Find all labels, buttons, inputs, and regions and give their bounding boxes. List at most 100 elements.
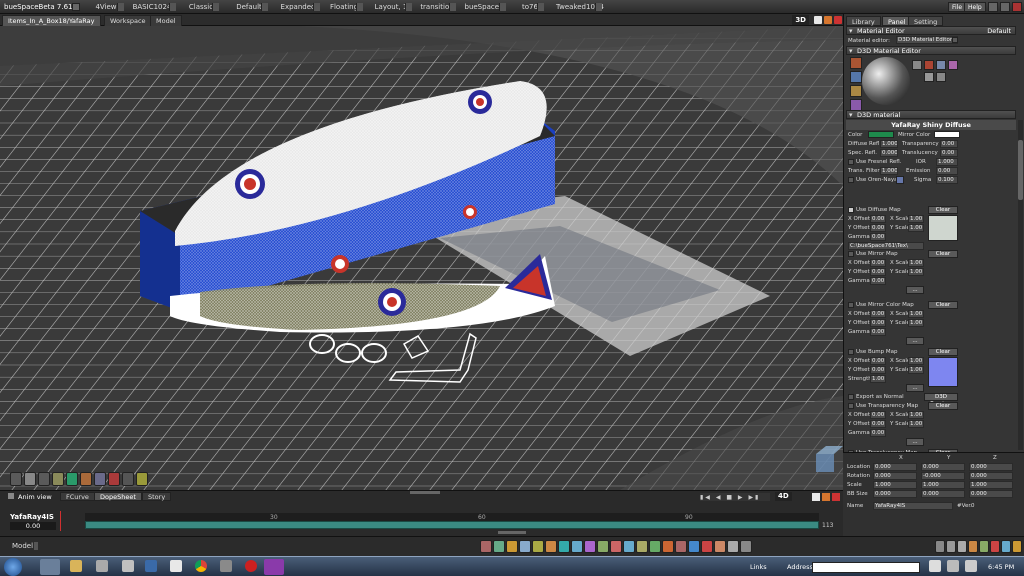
spec-refl-field[interactable]: 0.000 <box>880 149 898 157</box>
map-extra-field[interactable]: 0.00 <box>870 429 886 437</box>
layout-transition[interactable]: transition <box>420 1 456 13</box>
taskbar-bluespace-icon[interactable] <box>264 559 284 575</box>
tab-story[interactable]: Story <box>142 492 172 501</box>
taskbar-app-icon[interactable] <box>145 560 157 572</box>
d3d-preview-button[interactable]: D3D Preview <box>924 393 958 407</box>
layout-default[interactable]: Default <box>232 1 268 13</box>
tray-icon[interactable] <box>929 560 941 572</box>
y-offset-field[interactable]: 0.00 <box>870 420 886 428</box>
help-menu-button[interactable]: Help <box>964 2 986 12</box>
wheel-icon[interactable] <box>122 472 134 486</box>
layout-buespace6[interactable]: bueSpace6 <box>464 1 506 13</box>
layout-to76[interactable]: to76 <box>518 1 544 13</box>
tab-dopesheet[interactable]: DopeSheet <box>94 492 142 501</box>
tab-scene-file[interactable]: Items_In_A_Box18/YafaRay <box>2 15 101 26</box>
quick-tool-icon[interactable] <box>532 540 544 553</box>
tools-icon[interactable] <box>136 472 148 486</box>
quick-tool-icon[interactable] <box>740 540 752 553</box>
map-extra-field[interactable]: 1.00 <box>870 375 886 383</box>
y-offset-field[interactable]: 0.00 <box>870 366 886 374</box>
preview-option-icon[interactable] <box>936 72 946 82</box>
mirror-color-swatch[interactable] <box>934 131 960 138</box>
map-enable-checkbox[interactable] <box>848 349 854 355</box>
camera-icon[interactable] <box>38 472 50 486</box>
taskbar-google-icon[interactable] <box>170 560 182 572</box>
map-enable-checkbox[interactable] <box>848 302 854 308</box>
preview-option-icon[interactable] <box>924 72 934 82</box>
quick-tool-icon[interactable] <box>493 540 505 553</box>
y-scale-field[interactable]: 1.00 <box>908 420 924 428</box>
layout-expanded[interactable]: Expanded <box>278 1 320 13</box>
quick-tool-icon[interactable] <box>519 540 531 553</box>
sigma-field[interactable]: 0.100 <box>936 176 958 184</box>
editor-dropdown-icon[interactable] <box>952 37 958 43</box>
tab-setting[interactable]: Setting <box>908 16 944 26</box>
layout-basic1024[interactable]: BASIC1024 <box>130 1 176 13</box>
timeline-scroll-handle[interactable] <box>498 531 526 534</box>
trans-filter-field[interactable]: 1.000 <box>880 167 898 175</box>
diffuse-map-thumbnail[interactable] <box>928 215 958 241</box>
quick-tool-icon[interactable] <box>636 540 648 553</box>
x-offset-field[interactable]: 0.00 <box>870 215 886 223</box>
x-scale-field[interactable]: 1.00 <box>908 215 924 223</box>
d3d-material-header[interactable]: D3D material <box>846 110 1016 120</box>
y-offset-field[interactable]: 0.00 <box>870 319 886 327</box>
quick-tool-icon[interactable] <box>623 540 635 553</box>
mode-dropdown-icon[interactable] <box>34 542 38 550</box>
viewport-mode-indicator[interactable]: 3D <box>792 15 809 25</box>
quick-tool-icon[interactable] <box>480 540 492 553</box>
taskbar-app-icon[interactable] <box>96 560 108 572</box>
map-extra-field[interactable]: 0.00 <box>870 328 886 336</box>
y-scale-field[interactable]: 1.00 <box>908 224 924 232</box>
minimize-icon[interactable] <box>988 2 998 12</box>
translucency-field[interactable]: 0.00 <box>940 149 958 157</box>
map-browse-button[interactable]: ... <box>906 337 924 345</box>
timeline-mode[interactable]: 4D <box>775 492 792 501</box>
transform-z-field[interactable]: 0.000 <box>969 472 1013 480</box>
taskbar-app-icon[interactable] <box>220 560 232 572</box>
material-tool-icon[interactable] <box>850 85 862 97</box>
map-path-field[interactable]: C:\bueSpace761\Tex\ <box>848 242 924 250</box>
taskbar-folder-icon[interactable] <box>70 560 82 572</box>
material-preview-sphere[interactable] <box>862 57 910 105</box>
quick-tool-icon[interactable] <box>714 540 726 553</box>
export-normal-checkbox[interactable] <box>848 394 854 400</box>
app-menu-dropdown-icon[interactable] <box>72 3 80 11</box>
map-enable-checkbox[interactable] <box>848 403 854 409</box>
material-icon[interactable] <box>66 472 78 486</box>
ior-field[interactable]: 1.000 <box>936 158 958 166</box>
current-frame-field[interactable]: 0.00 <box>10 522 56 530</box>
x-offset-field[interactable]: 0.00 <box>870 259 886 267</box>
close-icon[interactable] <box>1012 2 1022 12</box>
taskbar-app-icon[interactable] <box>122 560 134 572</box>
transform-z-field[interactable]: 0.000 <box>969 490 1013 498</box>
quick-tool-icon[interactable] <box>506 540 518 553</box>
oren-nayar-icon[interactable] <box>896 176 904 184</box>
transform-y-field[interactable]: 1.000 <box>921 481 965 489</box>
map-clear-button[interactable]: Clear <box>928 301 958 309</box>
map-browse-button[interactable]: ... <box>906 438 924 446</box>
map-browse-button[interactable]: ... <box>906 384 924 392</box>
transparency-field[interactable]: 0.00 <box>940 140 958 148</box>
close-viewport-icon[interactable] <box>834 16 842 24</box>
timeline-options-icon[interactable] <box>812 493 820 501</box>
transform-x-field[interactable]: 0.000 <box>873 463 917 471</box>
map-clear-button[interactable]: Clear <box>928 402 958 410</box>
taskbar-explorer-icon[interactable] <box>40 559 60 575</box>
preview-option-icon[interactable] <box>936 60 946 70</box>
quick-tool-icon[interactable] <box>727 540 739 553</box>
tab-library[interactable]: Library <box>846 16 881 26</box>
layout-classic[interactable]: Classic <box>185 1 219 13</box>
playhead[interactable] <box>60 511 61 531</box>
y-scale-field[interactable]: 1.00 <box>908 319 924 327</box>
map-clear-button[interactable]: Clear <box>928 250 958 258</box>
timeline-settings-icon[interactable] <box>822 493 830 501</box>
map-clear-button[interactable]: Clear <box>928 348 958 356</box>
quick-tool-icon[interactable] <box>571 540 583 553</box>
x-offset-field[interactable]: 0.00 <box>870 310 886 318</box>
emission-field[interactable]: 0.00 <box>936 167 958 175</box>
x-offset-field[interactable]: 0.00 <box>870 357 886 365</box>
panel-scrollbar-thumb[interactable] <box>1018 140 1023 200</box>
x-scale-field[interactable]: 1.00 <box>908 357 924 365</box>
maximize-icon[interactable] <box>1000 2 1010 12</box>
